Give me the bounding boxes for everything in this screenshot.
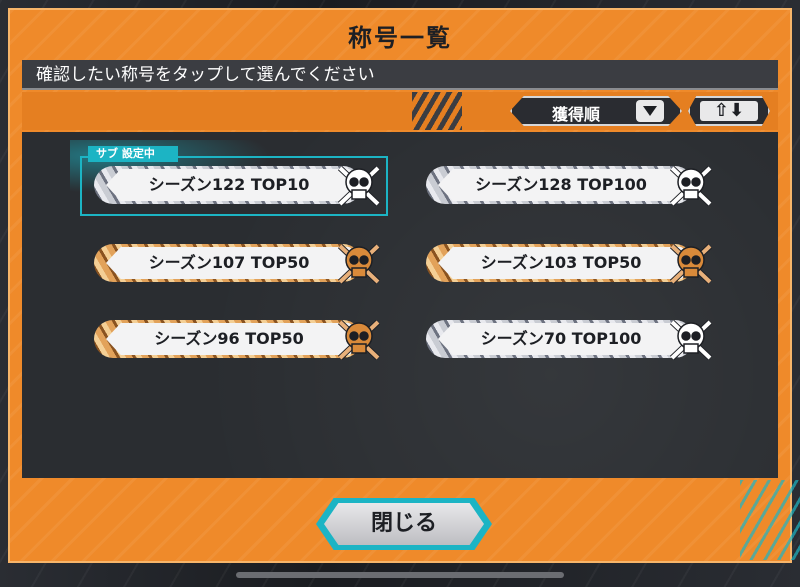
chevron-down-icon xyxy=(636,100,664,122)
sort-dropdown[interactable]: 獲得順 xyxy=(510,96,682,126)
title-label: シーズン122 TOP10 xyxy=(106,169,352,201)
title-item-2[interactable]: シーズン128 TOP100 xyxy=(420,160,720,210)
skull-crossbones-icon xyxy=(337,165,381,207)
title-item-4[interactable]: シーズン103 TOP50 xyxy=(420,238,720,288)
close-button[interactable]: 閉じる xyxy=(316,498,492,550)
skull-crossbones-icon xyxy=(669,165,713,207)
home-indicator[interactable] xyxy=(236,572,564,578)
title-item-1[interactable]: シーズン122 TOP10 xyxy=(88,160,388,210)
sort-label: 獲得順 xyxy=(552,105,601,124)
title-item-6[interactable]: シーズン70 TOP100 xyxy=(420,314,720,364)
title-item-3[interactable]: シーズン107 TOP50 xyxy=(88,238,388,288)
title-label: シーズン128 TOP100 xyxy=(438,169,684,201)
title-label: シーズン107 TOP50 xyxy=(106,247,352,279)
skull-crossbones-icon xyxy=(669,319,713,361)
sort-order-icon: ⇧⬇ xyxy=(700,101,758,121)
title-label: シーズン70 TOP100 xyxy=(438,323,684,355)
skull-crossbones-icon xyxy=(337,243,381,285)
instruction-text: 確認したい称号をタップして選んでください xyxy=(22,60,778,90)
skull-crossbones-icon xyxy=(669,243,713,285)
close-label: 閉じる xyxy=(324,503,484,545)
dialog-title: 称号一覧 xyxy=(348,24,452,52)
title-label: シーズン103 TOP50 xyxy=(438,247,684,279)
title-item-5[interactable]: シーズン96 TOP50 xyxy=(88,314,388,364)
skull-crossbones-icon xyxy=(337,319,381,361)
sort-order-button[interactable]: ⇧⬇ xyxy=(688,96,770,126)
title-label: シーズン96 TOP50 xyxy=(106,323,352,355)
corner-decoration xyxy=(740,480,800,560)
